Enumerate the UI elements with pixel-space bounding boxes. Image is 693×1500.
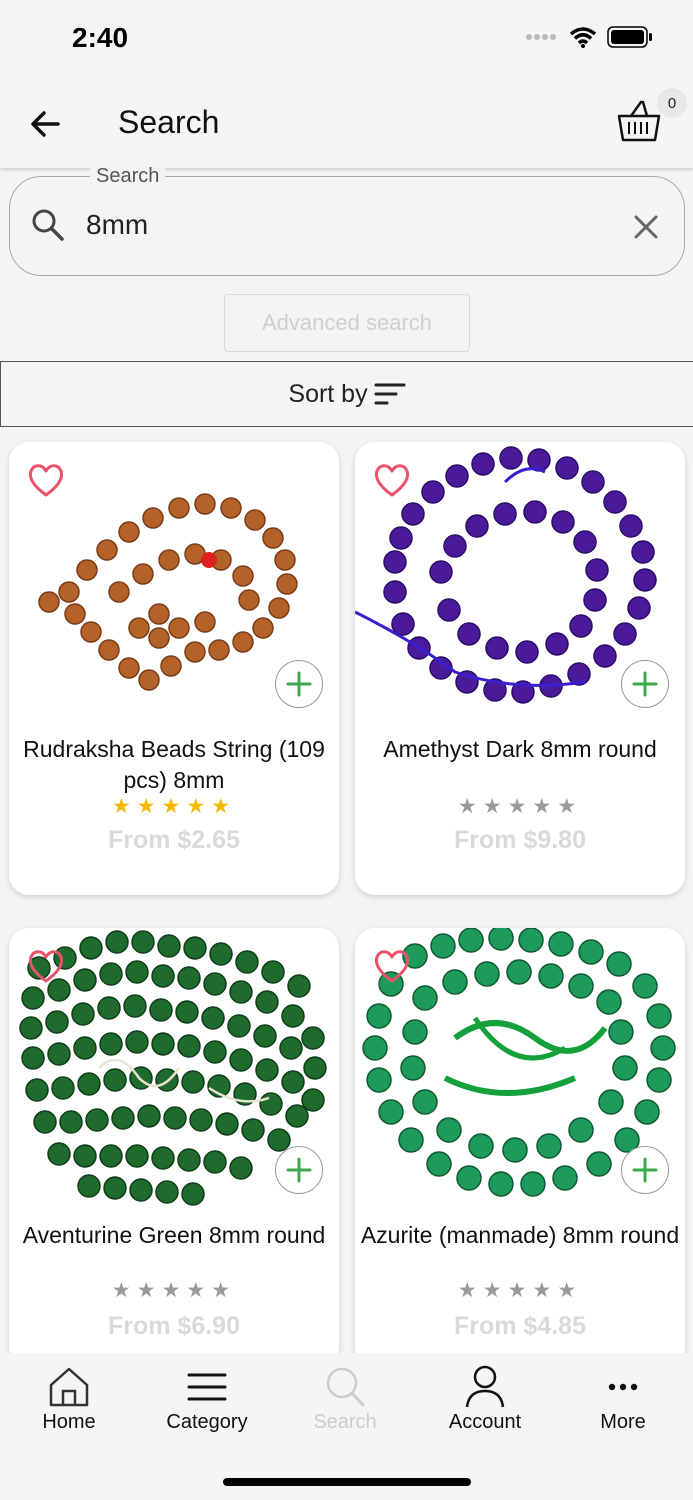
product-name: Amethyst Dark 8mm round	[383, 736, 657, 762]
sort-label: Sort by	[288, 379, 368, 408]
nav-home-label: Home	[42, 1411, 96, 1433]
product-card[interactable]: Rudraksha Beads String (109 pcs) 8mm ★★★…	[9, 442, 339, 895]
nav-home[interactable]: Home	[14, 1363, 124, 1434]
search-icon	[32, 209, 64, 241]
plus-icon	[632, 1157, 658, 1183]
battery-icon	[607, 26, 652, 48]
search-field[interactable]: Search	[9, 165, 685, 276]
nav-more[interactable]: More	[568, 1363, 678, 1434]
plus-icon	[632, 671, 658, 697]
favorite-heart-icon[interactable]	[373, 948, 411, 984]
product-price: From $4.85	[453, 1312, 586, 1340]
status-bar: 2:40	[0, 0, 693, 80]
basket-icon[interactable]	[615, 96, 663, 144]
sort-icon	[374, 383, 406, 405]
favorite-heart-icon[interactable]	[373, 462, 411, 498]
add-to-cart-button[interactable]	[275, 1146, 323, 1194]
product-name: Azurite (manmade) 8mm round	[360, 1222, 680, 1248]
app-header: Search 0	[0, 80, 693, 168]
favorite-heart-icon[interactable]	[27, 948, 65, 984]
rating-stars: ★★★★★	[457, 795, 583, 818]
rating-stars: ★★★★★	[111, 1279, 237, 1302]
home-icon	[49, 1367, 89, 1407]
nav-category[interactable]: Category	[152, 1363, 262, 1434]
product-card[interactable]: Aventurine Green 8mm round ★★★★★ From $6…	[9, 928, 339, 1368]
user-icon	[465, 1365, 505, 1408]
add-to-cart-button[interactable]	[621, 1146, 669, 1194]
favorite-heart-icon[interactable]	[27, 462, 65, 498]
search-field-label: Search	[90, 165, 166, 188]
menu-icon	[187, 1373, 227, 1401]
signal-icon	[526, 34, 556, 40]
back-arrow-icon[interactable]	[26, 104, 66, 144]
product-price: From $6.90	[107, 1312, 240, 1340]
product-card[interactable]: Azurite (manmade) 8mm round ★★★★★ From $…	[355, 928, 685, 1368]
cart-count-badge: 0	[657, 88, 687, 118]
search-input[interactable]	[86, 209, 606, 241]
nav-search[interactable]: Search	[290, 1363, 400, 1434]
plus-icon	[286, 1157, 312, 1183]
add-to-cart-button[interactable]	[275, 660, 323, 708]
nav-account-label: Account	[448, 1411, 522, 1433]
more-dots-icon	[608, 1383, 638, 1391]
home-indicator[interactable]	[223, 1478, 471, 1486]
advanced-search-button[interactable]: Advanced search	[224, 294, 470, 352]
product-name: Aventurine Green 8mm round	[22, 1222, 326, 1248]
nav-search-label: Search	[313, 1411, 377, 1433]
rating-stars: ★★★★★	[111, 795, 237, 818]
status-icons	[525, 26, 653, 48]
add-to-cart-button[interactable]	[621, 660, 669, 708]
nav-more-label: More	[600, 1411, 646, 1433]
status-time: 2:40	[72, 22, 129, 53]
product-price: From $2.65	[107, 826, 240, 854]
product-card[interactable]: Amethyst Dark 8mm round ★★★★★ From $9.80	[355, 442, 685, 895]
wifi-icon	[569, 27, 597, 48]
page-title: Search	[118, 104, 220, 140]
product-name: Rudraksha Beads String (109 pcs) 8mm	[23, 736, 325, 793]
rating-stars: ★★★★★	[457, 1279, 583, 1302]
plus-icon	[286, 671, 312, 697]
product-price: From $9.80	[453, 826, 586, 854]
clear-icon[interactable]	[630, 211, 662, 243]
nav-category-label: Category	[166, 1411, 248, 1433]
sort-by-button[interactable]: Sort by	[0, 361, 693, 427]
search-icon	[326, 1367, 365, 1407]
nav-account[interactable]: Account	[430, 1363, 540, 1434]
